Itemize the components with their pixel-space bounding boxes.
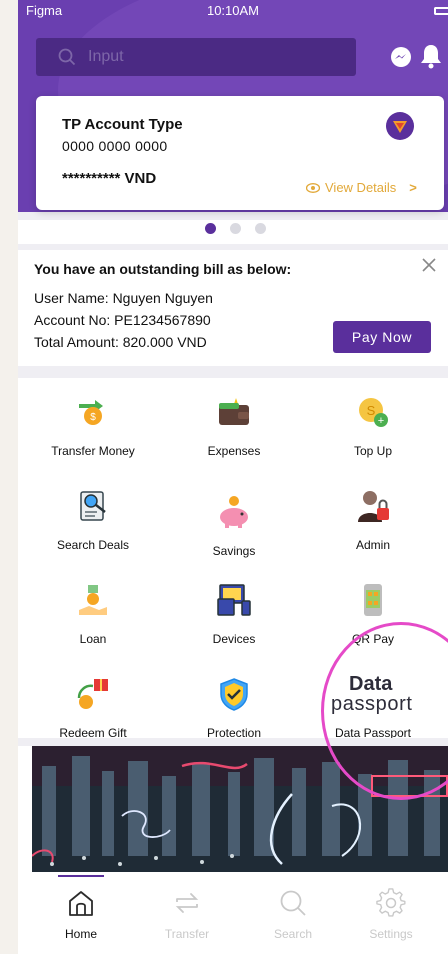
- chevron-right-icon: >: [409, 180, 417, 195]
- service-label: Search Deals: [56, 538, 130, 552]
- service-label: Savings: [212, 544, 256, 558]
- service-transfer-money[interactable]: $ Transfer Money: [23, 386, 163, 476]
- status-bar: Figma 10:10AM: [18, 0, 448, 22]
- transfer-icon: [175, 893, 199, 913]
- search-bar[interactable]: [36, 38, 356, 76]
- service-search-deals[interactable]: Search Deals: [23, 480, 163, 570]
- shield-check-icon: [220, 678, 248, 711]
- account-type: TP Account Type: [62, 116, 183, 133]
- eye-icon: [306, 182, 320, 193]
- account-balance: ********** VND: [62, 170, 157, 187]
- service-expenses[interactable]: Expenses: [164, 386, 304, 476]
- pay-now-button[interactable]: Pay Now: [333, 321, 431, 353]
- service-top-up[interactable]: S + Top Up: [303, 386, 443, 476]
- search-icon: [58, 48, 76, 66]
- svg-text:$: $: [90, 412, 96, 423]
- view-details-label: View Details: [325, 180, 397, 195]
- carousel-dot[interactable]: [205, 223, 216, 234]
- close-icon[interactable]: [420, 256, 438, 274]
- loan-icon: [79, 585, 107, 615]
- top-up-coin-icon: S +: [359, 398, 388, 427]
- search-icon: [280, 890, 306, 916]
- service-label: Loan: [79, 632, 107, 646]
- service-loan[interactable]: Loan: [23, 574, 163, 664]
- nav-settings[interactable]: Settings: [348, 872, 434, 952]
- carousel-dot[interactable]: [255, 223, 266, 234]
- service-label: Transfer Money: [51, 444, 135, 458]
- nav-home[interactable]: Home: [38, 872, 124, 952]
- nav-label: Settings: [369, 927, 413, 941]
- bill-account-no: Account No: PE1234567890: [34, 312, 211, 328]
- gear-icon: [376, 888, 406, 917]
- outstanding-bill-panel: You have an outstanding bill as below: U…: [18, 250, 448, 366]
- qr-pay-icon: [364, 584, 382, 616]
- svg-text:S: S: [367, 403, 376, 418]
- service-savings[interactable]: Savings: [164, 486, 304, 576]
- account-number: 0000 0000 0000: [62, 138, 168, 154]
- nav-transfer[interactable]: Transfer: [144, 872, 230, 952]
- carousel-dot[interactable]: [230, 223, 241, 234]
- service-label: Admin: [355, 538, 390, 552]
- bank-logo-icon: [386, 112, 414, 140]
- nav-search[interactable]: Search: [250, 872, 336, 952]
- service-devices[interactable]: Devices: [164, 574, 304, 664]
- nav-label: Home: [64, 927, 97, 941]
- svg-text:+: +: [378, 415, 384, 427]
- service-admin[interactable]: Admin: [303, 480, 443, 570]
- view-details-link[interactable]: View Details >: [306, 180, 417, 195]
- bill-total-amount: Total Amount: 820.000 VND: [34, 334, 207, 350]
- search-deals-icon: [80, 491, 106, 521]
- bill-title: You have an outstanding bill as below:: [34, 261, 292, 277]
- gift-icon: [77, 679, 108, 709]
- transfer-money-icon: $: [79, 400, 103, 425]
- search-input[interactable]: [88, 46, 338, 68]
- account-card[interactable]: TP Account Type 0000 0000 0000 *********…: [36, 96, 444, 210]
- wallet-icon: [219, 398, 249, 425]
- home-icon: [69, 891, 93, 916]
- devices-icon: [217, 584, 251, 616]
- service-label: Expenses: [207, 444, 261, 458]
- carousel-dots: [205, 223, 266, 234]
- phone-screen: Figma 10:10AM TP Account Type 0000 0000 …: [18, 0, 448, 954]
- bill-user-name: User Name: Nguyen Nguyen: [34, 290, 213, 306]
- bottom-navigation: Home Transfer Search Settings: [18, 872, 448, 954]
- admin-icon: [358, 491, 389, 522]
- battery-icon: [434, 7, 448, 15]
- piggy-bank-icon: [220, 496, 248, 528]
- status-time: 10:10AM: [206, 3, 260, 18]
- messenger-icon[interactable]: [390, 46, 412, 68]
- bell-icon[interactable]: [420, 43, 442, 69]
- nav-label: Search: [273, 927, 313, 941]
- service-label: Devices: [212, 632, 256, 646]
- service-label: Top Up: [353, 444, 393, 458]
- divider: [18, 366, 448, 378]
- nav-label: Transfer: [164, 927, 210, 941]
